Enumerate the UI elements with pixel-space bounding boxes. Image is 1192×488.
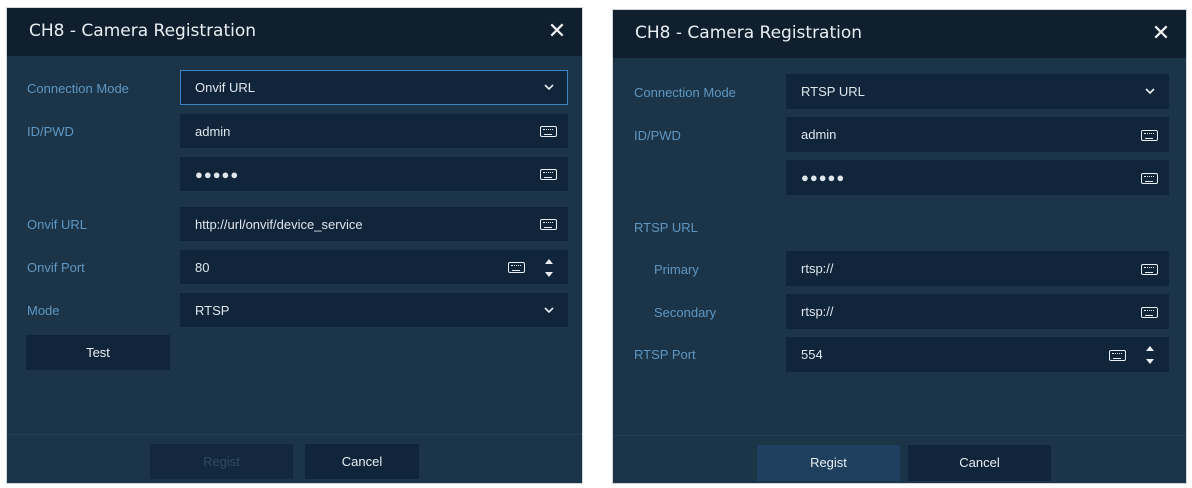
rtsp-url-label: RTSP URL (634, 220, 698, 235)
connection-mode-label: Connection Mode (634, 85, 736, 100)
footer-divider (613, 435, 1186, 436)
keyboard-icon[interactable] (508, 262, 525, 273)
keyboard-icon[interactable] (540, 219, 557, 230)
onvif-port-label: Onvif Port (27, 260, 85, 275)
cancel-button[interactable]: Cancel (908, 445, 1051, 481)
dialog-titlebar: CH8 - Camera Registration ✕ (613, 10, 1186, 58)
id-pwd-label: ID/PWD (634, 128, 681, 143)
secondary-label: Secondary (654, 305, 717, 320)
keyboard-icon[interactable] (1141, 264, 1158, 275)
primary-label: Primary (654, 262, 699, 277)
spinner-arrows-icon[interactable] (543, 257, 555, 279)
id-field[interactable]: admin (180, 114, 568, 148)
keyboard-icon[interactable] (1109, 350, 1126, 361)
chevron-down-icon (544, 307, 554, 314)
spinner-arrows-icon[interactable] (1144, 344, 1156, 366)
regist-button[interactable]: Regist (150, 444, 293, 479)
close-icon[interactable]: ✕ (1150, 22, 1172, 44)
connection-mode-select[interactable]: Onvif URL (180, 70, 568, 105)
camera-registration-dialog-rtsp: CH8 - Camera Registration ✕ Connection M… (612, 9, 1187, 484)
password-field[interactable]: ●●●●● (180, 157, 568, 191)
dialog-title: CH8 - Camera Registration (635, 23, 863, 43)
keyboard-icon[interactable] (1141, 130, 1158, 141)
test-button[interactable]: Test (26, 335, 170, 370)
chevron-down-icon (544, 84, 554, 91)
close-icon[interactable]: ✕ (546, 20, 568, 42)
id-pwd-label: ID/PWD (27, 124, 74, 139)
keyboard-icon[interactable] (540, 126, 557, 137)
onvif-url-label: Onvif URL (27, 217, 87, 232)
rtsp-port-label: RTSP Port (634, 347, 696, 362)
onvif-url-field[interactable]: http://url/onvif/device_service (180, 207, 568, 241)
rtsp-port-field[interactable]: 554 (786, 337, 1169, 372)
password-field[interactable]: ●●●●● (786, 160, 1169, 195)
regist-button[interactable]: Regist (757, 445, 900, 481)
primary-url-field[interactable]: rtsp:// (786, 251, 1169, 286)
footer-divider (7, 434, 582, 435)
connection-mode-select[interactable]: RTSP URL (786, 74, 1169, 109)
cancel-button[interactable]: Cancel (305, 444, 419, 479)
onvif-port-field[interactable]: 80 (180, 250, 568, 284)
dialog-titlebar: CH8 - Camera Registration ✕ (7, 8, 582, 56)
keyboard-icon[interactable] (1141, 307, 1158, 318)
id-field[interactable]: admin (786, 117, 1169, 152)
connection-mode-label: Connection Mode (27, 81, 129, 96)
keyboard-icon[interactable] (540, 169, 557, 180)
camera-registration-dialog-onvif: CH8 - Camera Registration ✕ Connection M… (6, 7, 583, 484)
keyboard-icon[interactable] (1141, 173, 1158, 184)
mode-select[interactable]: RTSP (180, 293, 568, 327)
dialog-title: CH8 - Camera Registration (29, 21, 257, 41)
mode-label: Mode (27, 303, 60, 318)
chevron-down-icon (1145, 88, 1155, 95)
secondary-url-field[interactable]: rtsp:// (786, 294, 1169, 329)
